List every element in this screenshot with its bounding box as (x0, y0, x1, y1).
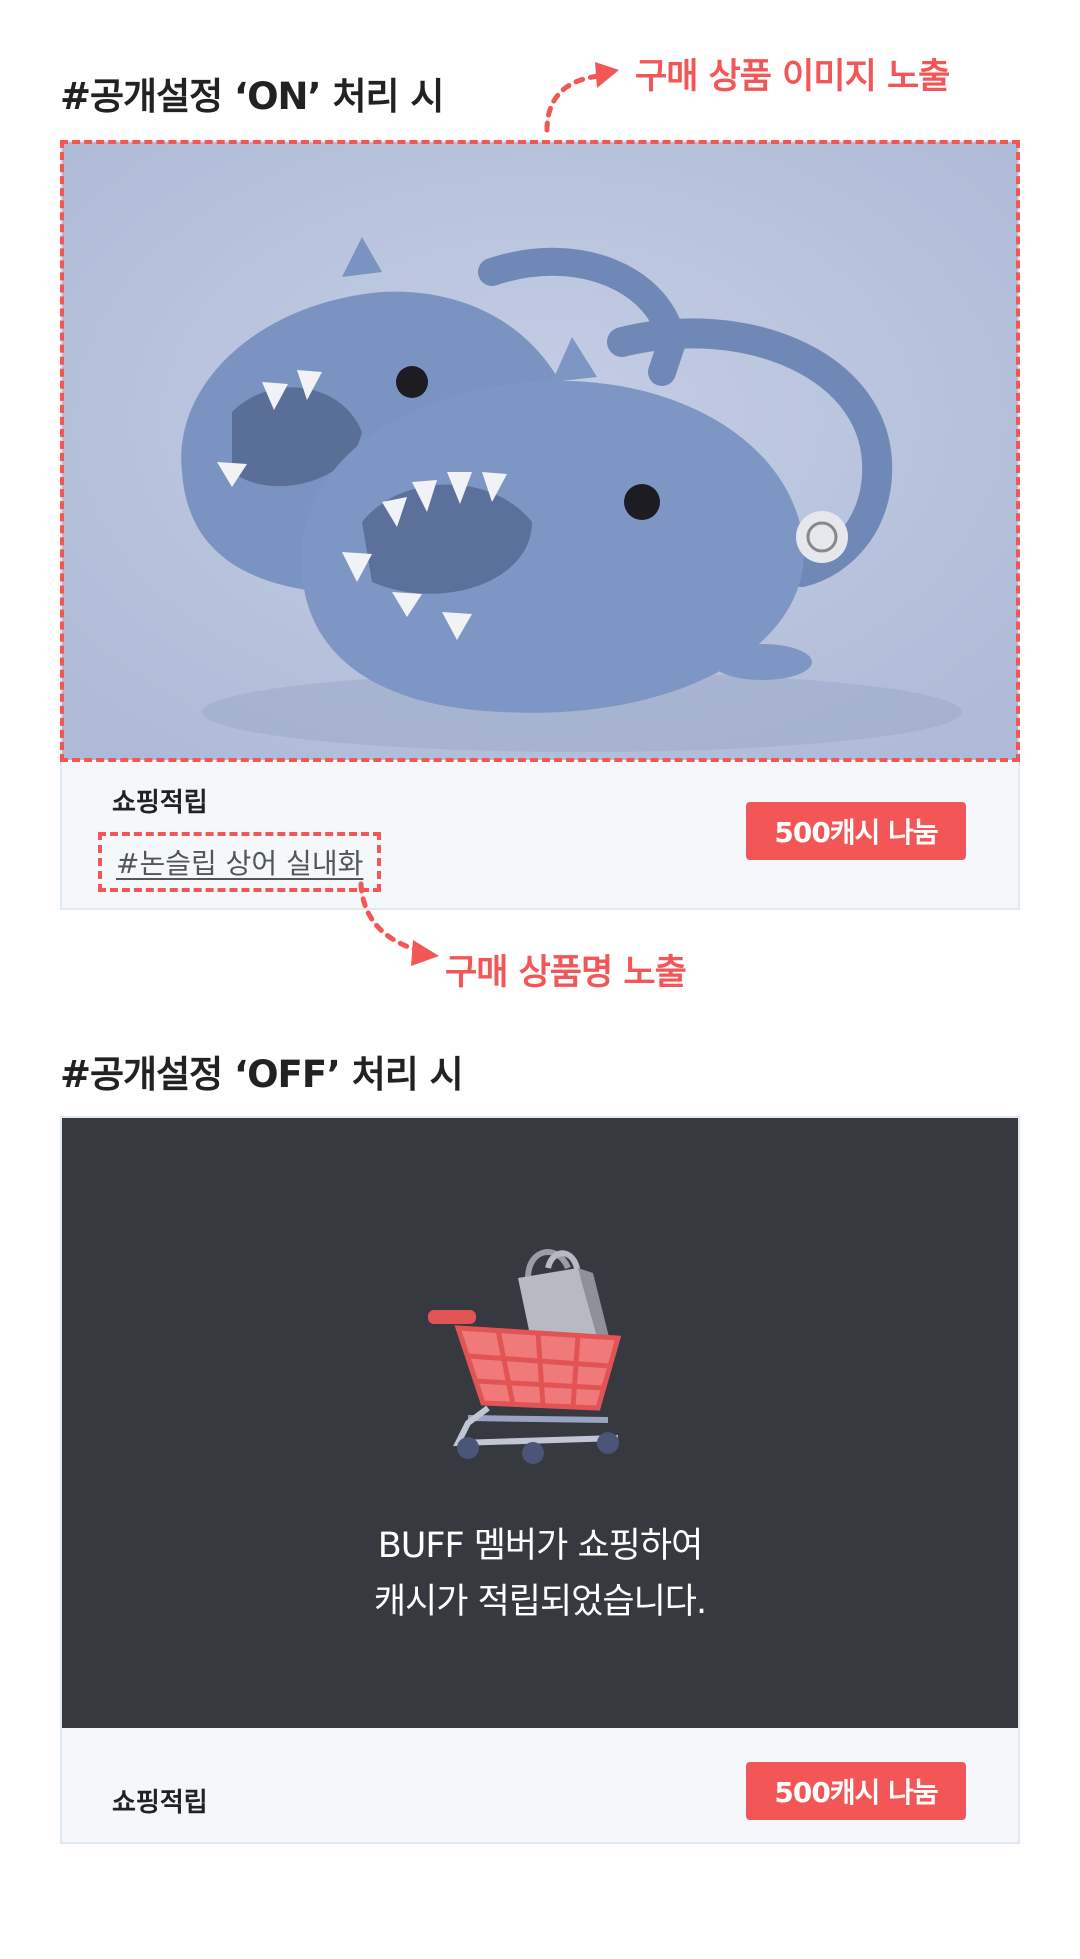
notice-line-2: 캐시가 적립되었습니다. (373, 1582, 707, 1622)
shark-slipper-image (62, 142, 1018, 760)
private-notice: BUFF 멤버가 쇼핑하여 캐시가 적립되었습니다. (62, 1518, 1018, 1630)
annotation-image-exposed: 구매 상품 이미지 노출 (635, 57, 950, 97)
product-name-link[interactable]: #논슬립 상어 실내화 (98, 832, 382, 892)
feed-card-public-on: 쇼핑적립 #논슬립 상어 실내화 500캐시 나눔 (60, 140, 1020, 910)
cash-share-button[interactable]: 500캐시 나눔 (746, 802, 966, 860)
annotation-name-exposed: 구매 상품명 노출 (445, 953, 687, 993)
category-label: 쇼핑적립 (112, 1788, 208, 1818)
feed-card-public-off: BUFF 멤버가 쇼핑하여 캐시가 적립되었습니다. 쇼핑적립 500캐시 나눔 (60, 1116, 1020, 1844)
section-title-off: #공개설정 ‘OFF’ 처리 시 (60, 1053, 464, 1096)
private-placeholder: BUFF 멤버가 쇼핑하여 캐시가 적립되었습니다. (62, 1118, 1018, 1728)
notice-line-1: BUFF 멤버가 쇼핑하여 (377, 1526, 704, 1566)
section-title-on: #공개설정 ‘ON’ 처리 시 (60, 75, 444, 118)
arrow-curve-icon (544, 62, 619, 133)
product-image[interactable] (62, 142, 1018, 760)
category-label: 쇼핑적립 (112, 788, 208, 818)
cash-share-button[interactable]: 500캐시 나눔 (746, 1762, 966, 1820)
arrow-curve-icon (358, 881, 439, 966)
shopping-cart-icon (428, 1249, 622, 1464)
